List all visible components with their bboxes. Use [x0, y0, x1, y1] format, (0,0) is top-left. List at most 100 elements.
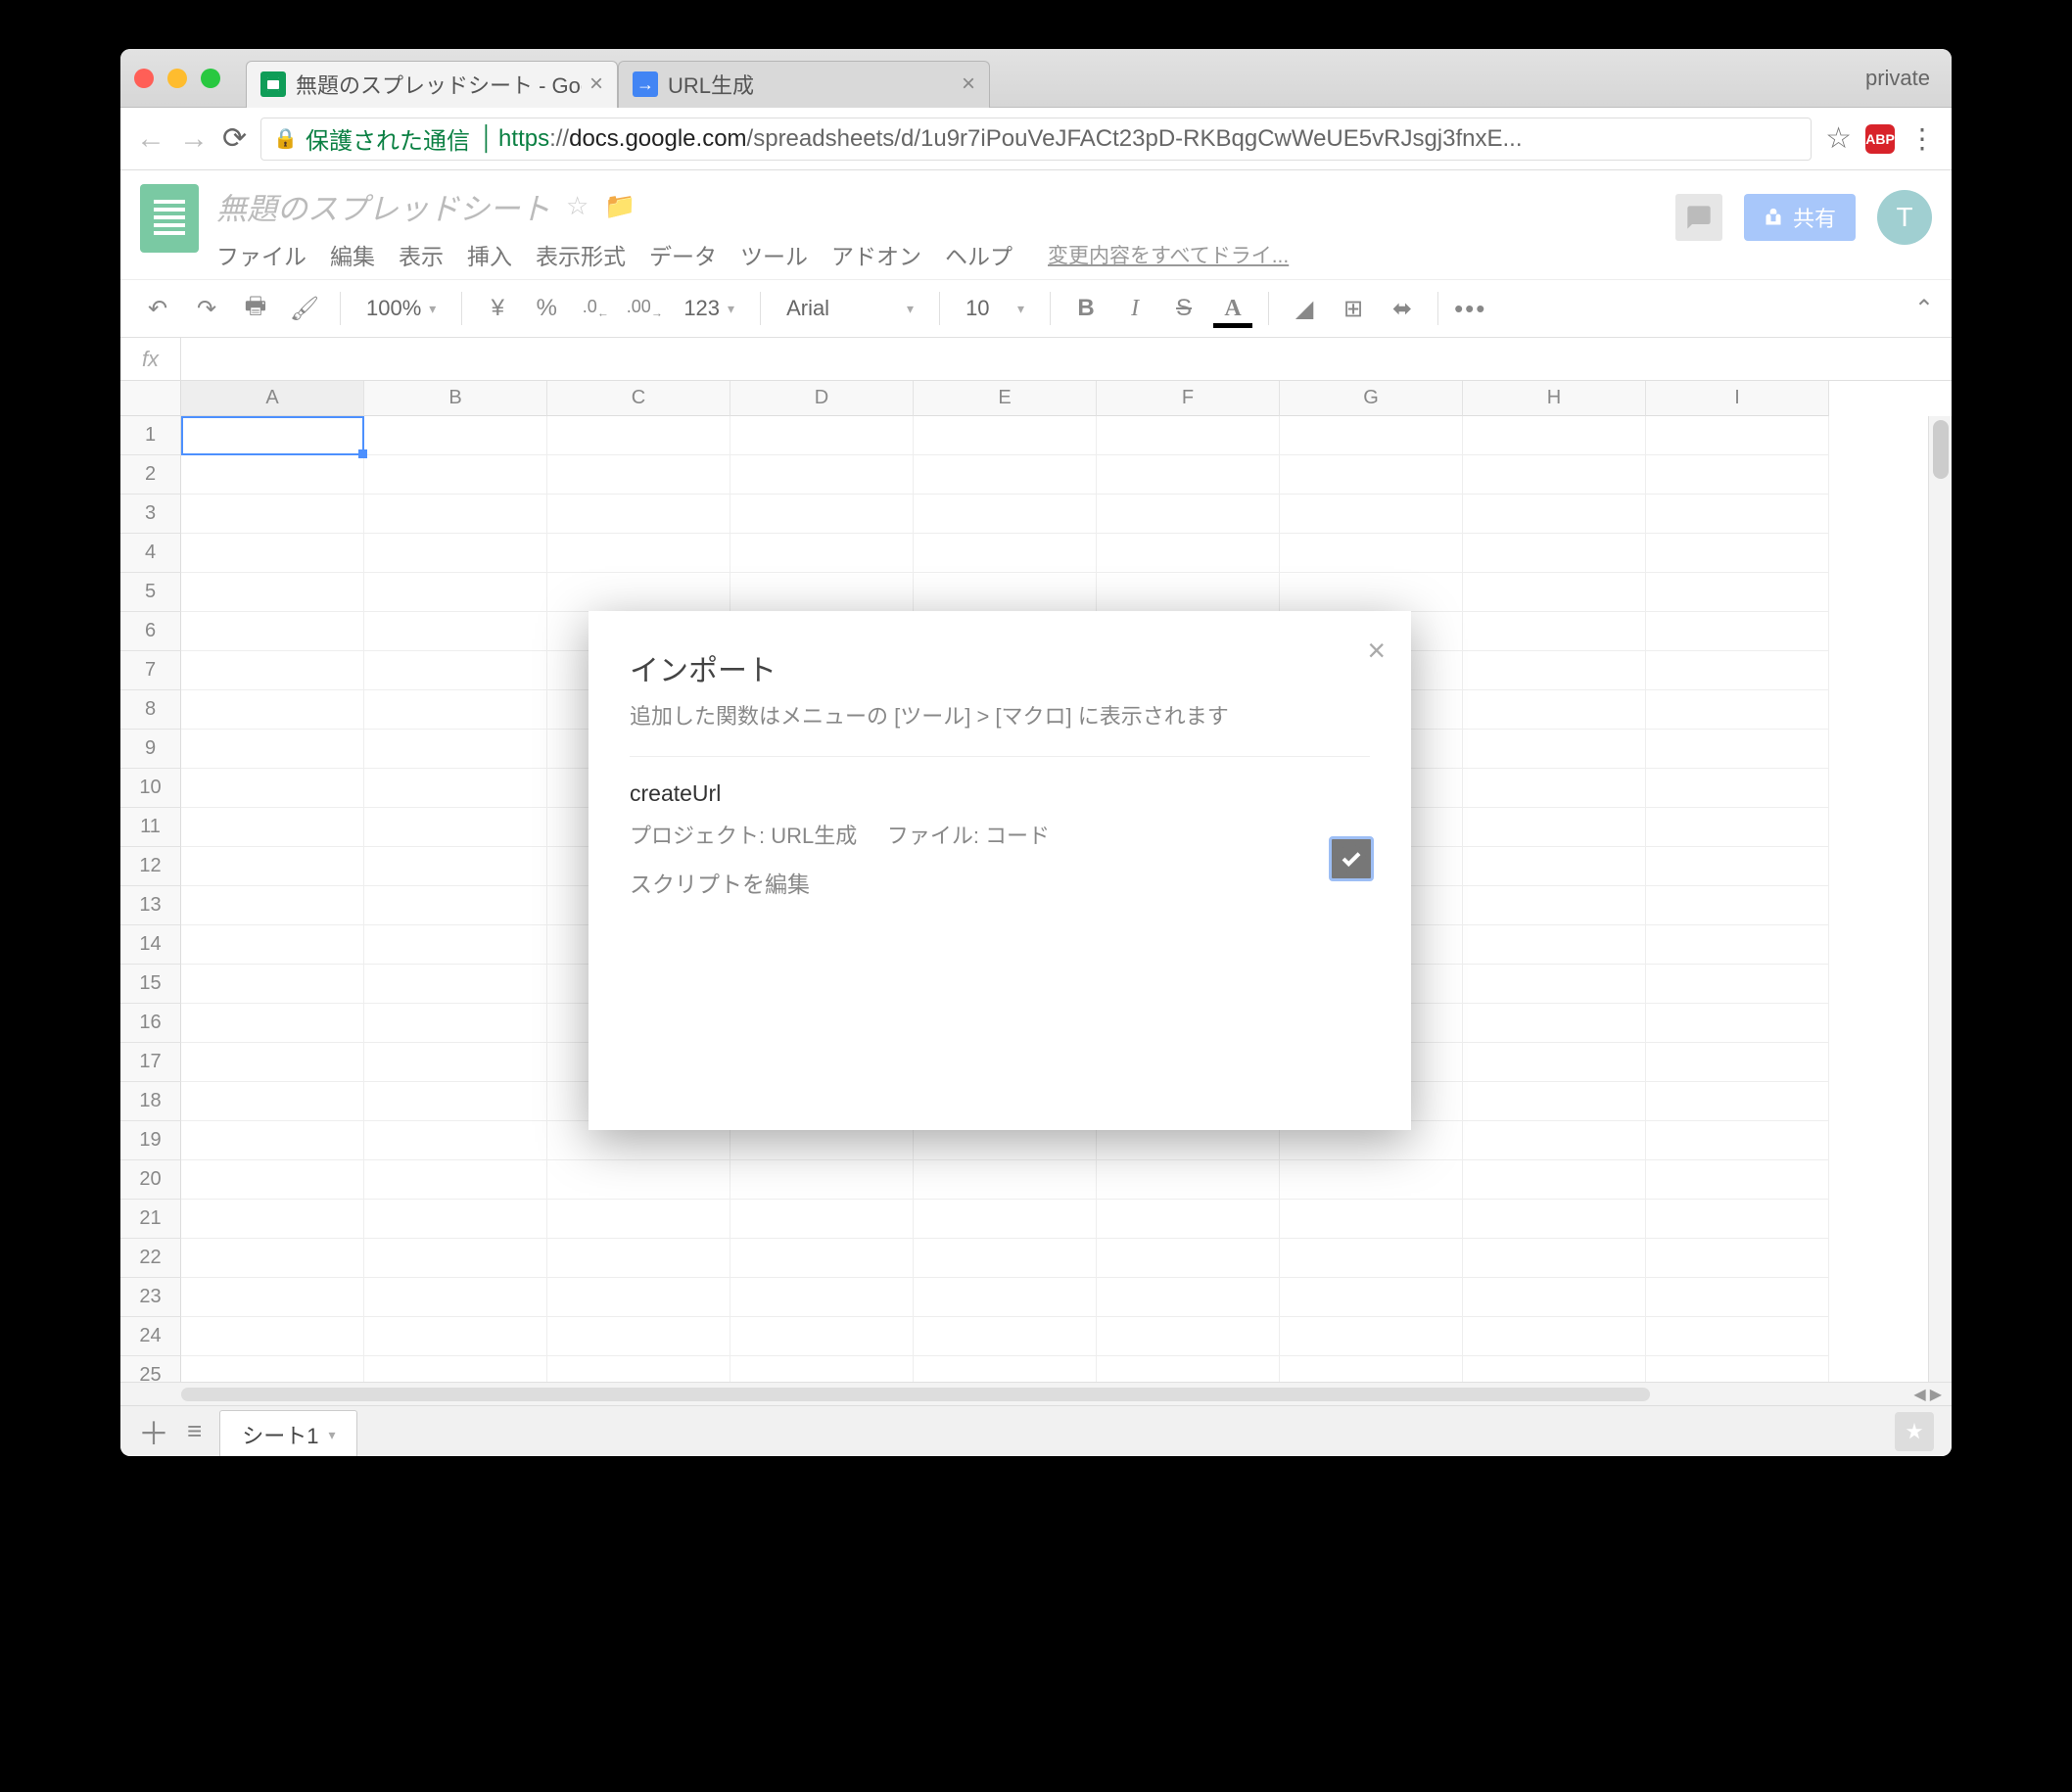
cell[interactable] [364, 1082, 547, 1121]
changes-saved-label[interactable]: 変更内容をすべてドライ... [1048, 240, 1289, 269]
share-button[interactable]: 共有 [1744, 194, 1856, 241]
cell[interactable] [1097, 1160, 1280, 1200]
cell[interactable] [364, 965, 547, 1004]
cell[interactable] [914, 1278, 1097, 1317]
row-header[interactable]: 11 [120, 808, 181, 847]
print-icon[interactable]: 🖶 [236, 289, 275, 329]
close-tab-icon[interactable]: × [954, 71, 975, 98]
cell[interactable] [1280, 1317, 1463, 1356]
row-header[interactable]: 17 [120, 1043, 181, 1082]
cell[interactable] [1646, 1356, 1829, 1382]
cell[interactable] [364, 886, 547, 925]
cell[interactable] [1646, 573, 1829, 612]
cell[interactable] [181, 1160, 364, 1200]
cell[interactable] [364, 925, 547, 965]
row-header[interactable]: 4 [120, 534, 181, 573]
cell[interactable] [914, 455, 1097, 495]
cell[interactable] [1646, 965, 1829, 1004]
cell[interactable] [1280, 416, 1463, 455]
redo-icon[interactable]: ↷ [187, 295, 226, 323]
cell[interactable] [1646, 1043, 1829, 1082]
menu-tools[interactable]: ツール [740, 238, 808, 271]
close-dialog-icon[interactable]: × [1367, 633, 1386, 669]
cell[interactable] [364, 1356, 547, 1382]
cell[interactable] [1280, 534, 1463, 573]
cell[interactable] [1463, 1356, 1646, 1382]
currency-icon[interactable]: ¥ [478, 295, 517, 322]
row-header[interactable]: 8 [120, 690, 181, 730]
cell[interactable] [1646, 769, 1829, 808]
cell[interactable] [181, 808, 364, 847]
cell[interactable] [364, 1043, 547, 1082]
close-tab-icon[interactable]: × [582, 71, 603, 98]
cell[interactable] [1463, 573, 1646, 612]
cell[interactable] [1463, 925, 1646, 965]
back-icon[interactable]: ← [136, 122, 165, 156]
cell[interactable] [1280, 1239, 1463, 1278]
cell[interactable] [1463, 416, 1646, 455]
cell[interactable] [1646, 730, 1829, 769]
cell[interactable] [1463, 651, 1646, 690]
row-header[interactable]: 12 [120, 847, 181, 886]
star-icon[interactable]: ☆ [566, 191, 589, 221]
font-dropdown[interactable]: Arial▾ [777, 296, 923, 321]
font-size-dropdown[interactable]: 10▾ [956, 296, 1034, 321]
cell[interactable] [364, 1317, 547, 1356]
minimize-window-icon[interactable] [167, 69, 187, 88]
explore-icon[interactable] [1895, 1412, 1934, 1451]
cell[interactable] [1463, 1160, 1646, 1200]
cell[interactable] [1463, 965, 1646, 1004]
adblock-icon[interactable]: ABP [1865, 124, 1895, 154]
strikethrough-icon[interactable]: S [1164, 295, 1203, 322]
cell[interactable] [1280, 1356, 1463, 1382]
row-header[interactable]: 23 [120, 1278, 181, 1317]
cell[interactable] [730, 534, 914, 573]
cell[interactable] [547, 416, 730, 455]
percent-icon[interactable]: % [527, 295, 566, 322]
cell[interactable] [1646, 495, 1829, 534]
cell[interactable] [1280, 1278, 1463, 1317]
confirm-check-button[interactable] [1329, 836, 1374, 881]
cell[interactable] [181, 730, 364, 769]
menu-insert[interactable]: 挿入 [467, 238, 512, 271]
cell[interactable] [1646, 1082, 1829, 1121]
cell[interactable] [364, 769, 547, 808]
cell[interactable] [181, 1082, 364, 1121]
row-header[interactable]: 15 [120, 965, 181, 1004]
cell[interactable] [1463, 1278, 1646, 1317]
cell[interactable] [730, 1160, 914, 1200]
cell[interactable] [1097, 455, 1280, 495]
row-header[interactable]: 10 [120, 769, 181, 808]
cell[interactable] [1463, 769, 1646, 808]
all-sheets-icon[interactable]: ≡ [187, 1416, 202, 1446]
italic-icon[interactable]: I [1115, 296, 1154, 322]
cell[interactable] [1646, 886, 1829, 925]
cell[interactable] [181, 1356, 364, 1382]
cell[interactable] [181, 455, 364, 495]
row-header[interactable]: 7 [120, 651, 181, 690]
cell[interactable] [1646, 847, 1829, 886]
zoom-dropdown[interactable]: 100%▾ [356, 296, 446, 321]
menu-addons[interactable]: アドオン [831, 238, 921, 271]
row-header[interactable]: 25 [120, 1356, 181, 1382]
cell[interactable] [364, 1239, 547, 1278]
menu-view[interactable]: 表示 [399, 238, 444, 271]
document-title[interactable]: 無題のスプレッドシート [216, 184, 550, 228]
cell[interactable] [364, 1121, 547, 1160]
cell[interactable] [1646, 1317, 1829, 1356]
cell[interactable] [1463, 730, 1646, 769]
cell[interactable] [181, 769, 364, 808]
collapse-toolbar-icon[interactable]: ⌃ [1914, 295, 1934, 323]
maximize-window-icon[interactable] [201, 69, 220, 88]
horizontal-scrollbar[interactable]: ◀▶ [120, 1382, 1952, 1405]
decrease-decimal-icon[interactable]: .0← [576, 297, 615, 320]
cell[interactable] [914, 1317, 1097, 1356]
cell[interactable] [1646, 612, 1829, 651]
cell[interactable] [547, 1278, 730, 1317]
cell[interactable] [730, 1239, 914, 1278]
sheet-tab[interactable]: シート1 ▾ [219, 1410, 357, 1456]
row-header[interactable]: 5 [120, 573, 181, 612]
column-header[interactable]: D [730, 381, 914, 416]
column-header[interactable]: H [1463, 381, 1646, 416]
cell[interactable] [181, 1043, 364, 1082]
